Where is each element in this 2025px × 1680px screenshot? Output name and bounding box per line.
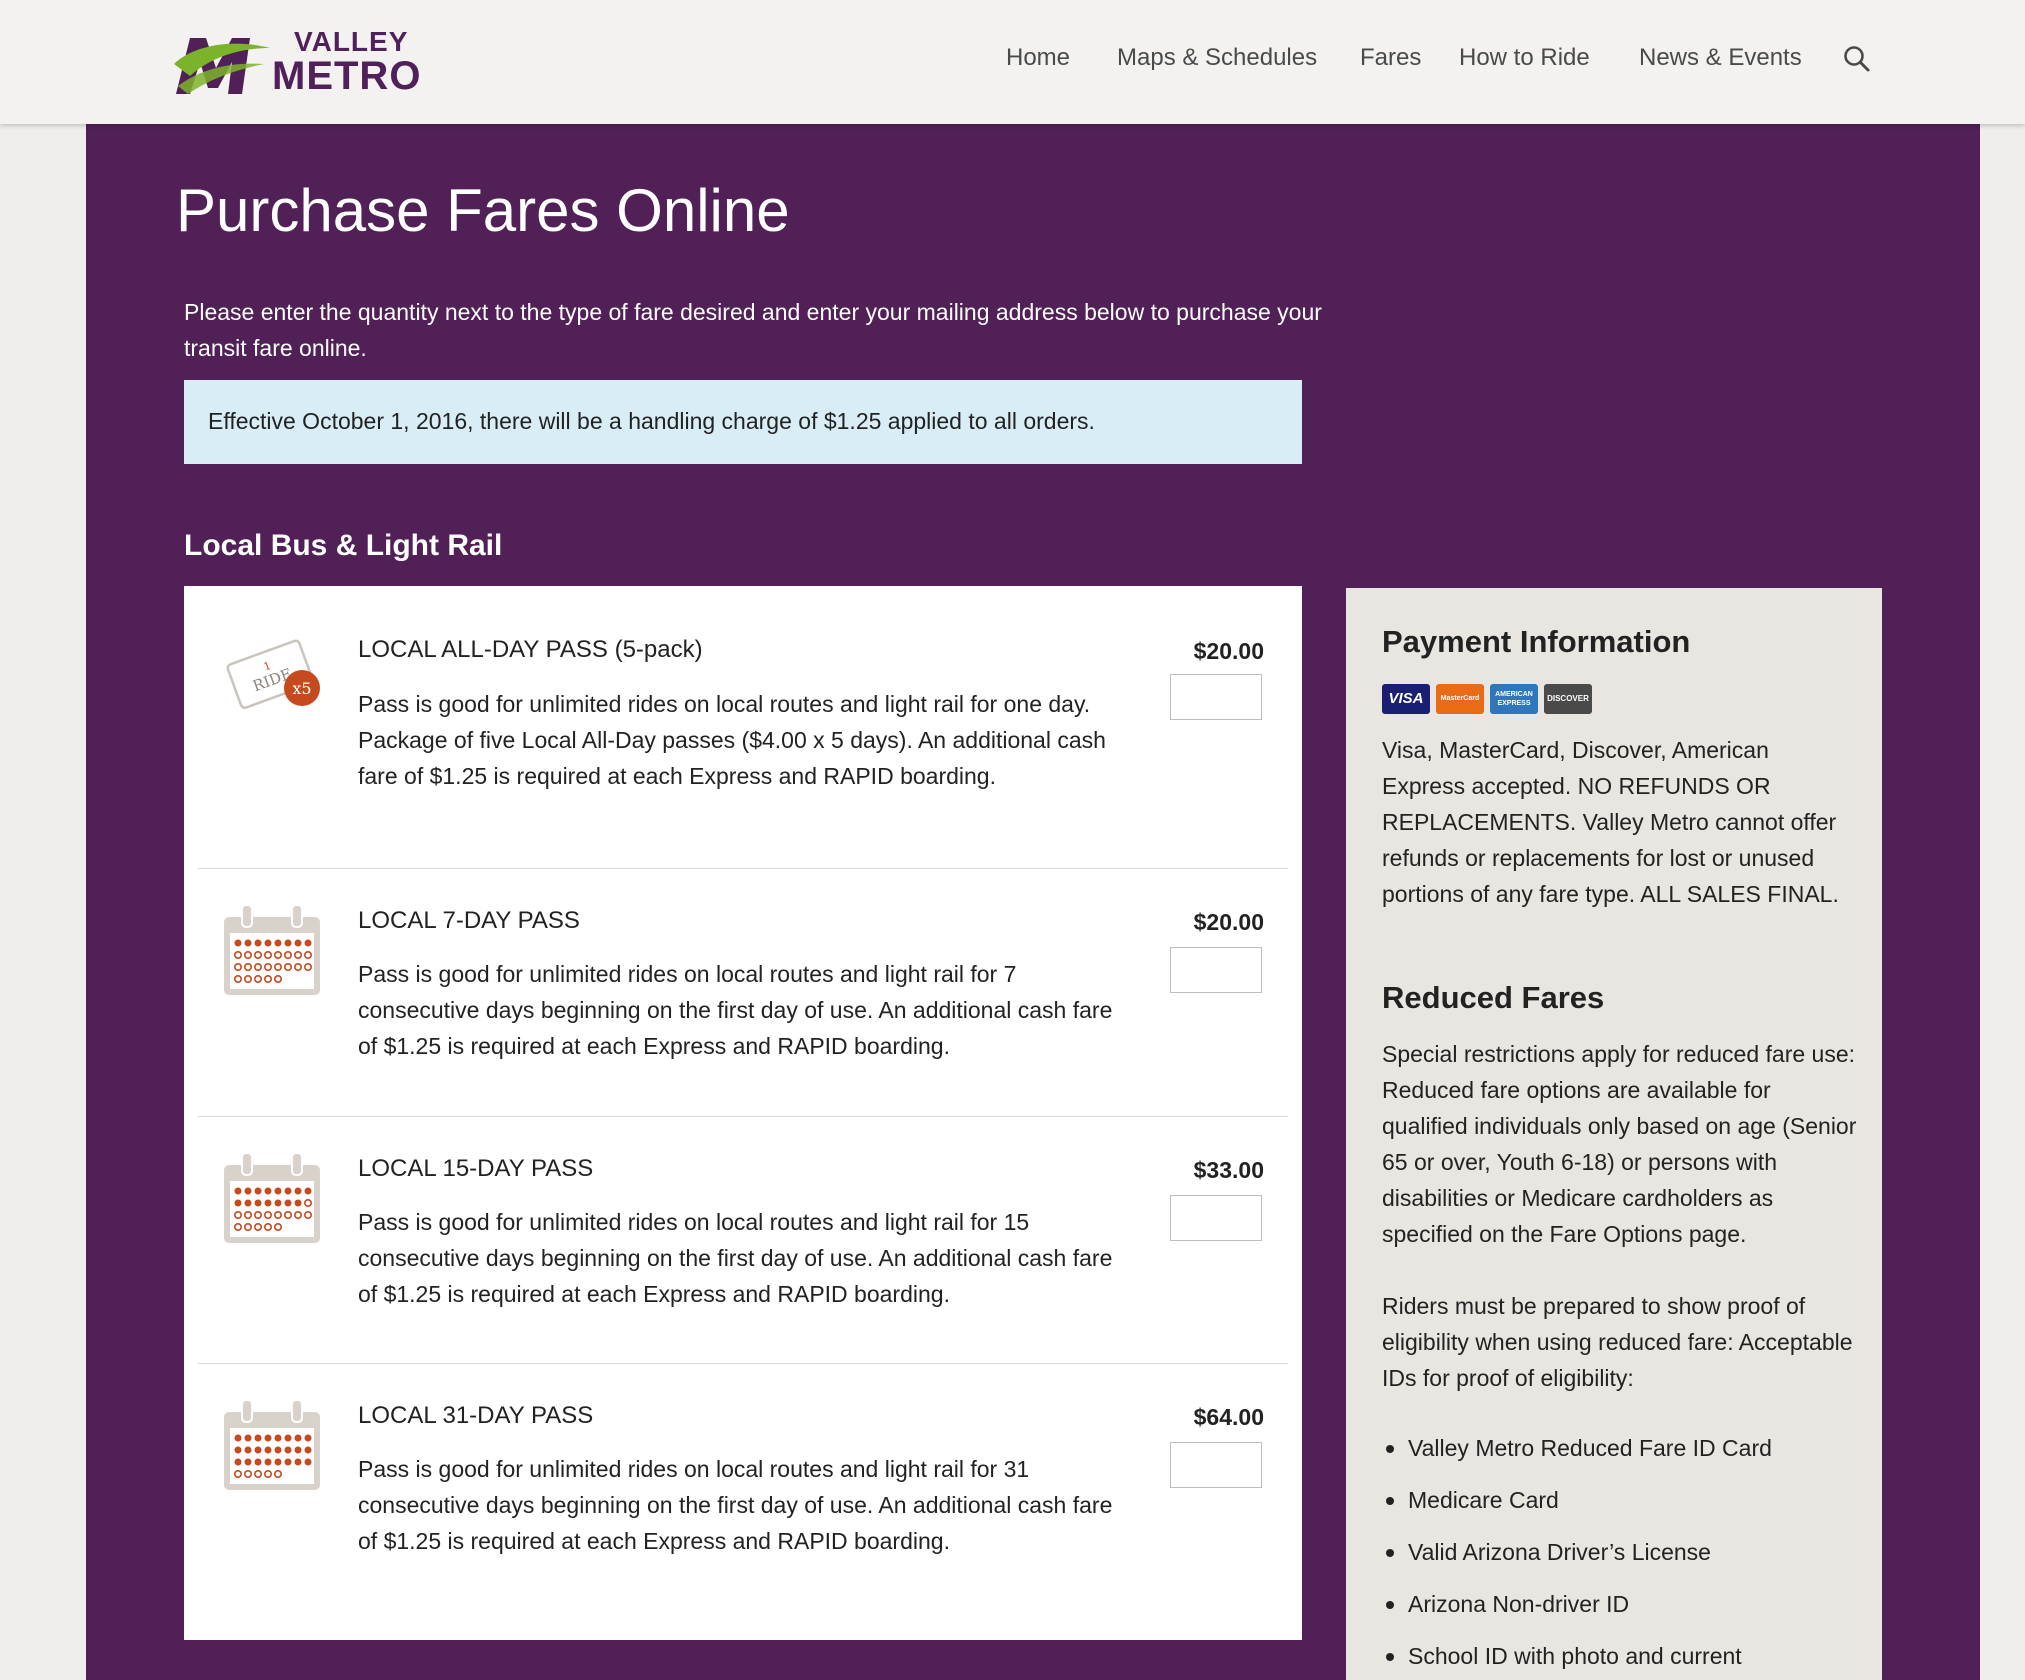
- fare-description: Pass is good for unlimited rides on loca…: [358, 691, 1106, 789]
- visa-card-icon: VISA: [1382, 684, 1430, 714]
- calendar-icon: [224, 904, 320, 995]
- fare-item-15-day: LOCAL 15-DAY PASS Pass is good for unlim…: [198, 1117, 1288, 1364]
- mastercard-card-icon: MasterCard: [1436, 684, 1484, 714]
- fare-price: $20.00: [1193, 909, 1264, 935]
- svg-text:x5: x5: [292, 679, 311, 698]
- list-item: Valid Arizona Driver’s License: [1382, 1534, 1858, 1570]
- fare-name: LOCAL 15-DAY PASS: [358, 1155, 594, 1182]
- fare-description: Pass is good for unlimited rides on loca…: [358, 961, 1113, 1059]
- page-title: Purchase Fares Online: [176, 177, 790, 244]
- fare-item-31-day: LOCAL 31-DAY PASS Pass is good for unlim…: [198, 1364, 1288, 1624]
- fare-name: LOCAL 7-DAY PASS: [358, 907, 580, 934]
- list-item: Valley Metro Reduced Fare ID Card: [1382, 1430, 1858, 1466]
- list-item: Arizona Non-driver ID: [1382, 1586, 1858, 1622]
- fare-name: LOCAL ALL-DAY PASS (5-pack): [358, 636, 703, 663]
- fare-name: LOCAL 31-DAY PASS: [358, 1402, 594, 1429]
- fare-description: Pass is good for unlimited rides on loca…: [358, 1456, 1113, 1554]
- reduced-fares-text: Special restrictions apply for reduced f…: [1382, 1041, 1857, 1247]
- quantity-input-31-day[interactable]: [1170, 1442, 1262, 1488]
- fare-price: $33.00: [1193, 1157, 1264, 1183]
- nav-maps-schedules[interactable]: Maps & Schedules: [1117, 44, 1317, 72]
- payment-info-sidebar: Payment Information VISA MasterCard AMER…: [1346, 588, 1882, 1680]
- fare-list: 1 RIDE x5 LOCAL ALL-DAY PASS (5-pack) Pa…: [184, 586, 1302, 1640]
- fare-item-all-day-5pack: 1 RIDE x5 LOCAL ALL-DAY PASS (5-pack) Pa…: [198, 586, 1288, 869]
- nav-news-events[interactable]: News & Events: [1639, 44, 1802, 72]
- calendar-icon: [224, 1152, 320, 1243]
- fare-price: $20.00: [1193, 638, 1264, 664]
- list-item: School ID with photo and current: [1382, 1638, 1858, 1674]
- calendar-icon: [224, 1399, 320, 1490]
- fare-item-7-day: LOCAL 7-DAY PASS Pass is good for unlimi…: [198, 869, 1288, 1117]
- search-icon[interactable]: [1842, 44, 1872, 74]
- main-nav: Home Maps & Schedules Fares How to Ride …: [0, 44, 2025, 84]
- payment-info-text: Visa, MasterCard, Discover, American Exp…: [1382, 737, 1839, 907]
- ticket-5-pack-icon: 1 RIDE x5: [226, 639, 320, 709]
- main-content: Purchase Fares Online Please enter the q…: [86, 124, 1980, 1680]
- quantity-input-all-day-5pack[interactable]: [1170, 674, 1262, 720]
- nav-fares[interactable]: Fares: [1360, 44, 1421, 72]
- fare-price: $64.00: [1193, 1404, 1264, 1430]
- list-item: Medicare Card: [1382, 1482, 1858, 1518]
- reduced-fares-title: Reduced Fares: [1382, 980, 1605, 1015]
- section-title-local-bus-light-rail: Local Bus & Light Rail: [184, 529, 503, 562]
- handling-charge-notice: Effective October 1, 2016, there will be…: [184, 380, 1302, 464]
- quantity-input-15-day[interactable]: [1170, 1195, 1262, 1241]
- accepted-cards: VISA MasterCard AMERICAN EXPRESS DISCOVE…: [1382, 684, 1602, 716]
- fare-description: Pass is good for unlimited rides on loca…: [358, 1209, 1113, 1307]
- intro-text: Please enter the quantity next to the ty…: [184, 299, 1322, 361]
- acceptable-ids-list: Valley Metro Reduced Fare ID Card Medica…: [1382, 1430, 1858, 1680]
- payment-info-title: Payment Information: [1382, 624, 1691, 659]
- nav-home[interactable]: Home: [1006, 44, 1070, 72]
- site-header: VALLEY METRO Home Maps & Schedules Fares…: [0, 0, 2025, 124]
- quantity-input-7-day[interactable]: [1170, 947, 1262, 993]
- eligibility-text: Riders must be prepared to show proof of…: [1382, 1293, 1853, 1391]
- nav-how-to-ride[interactable]: How to Ride: [1459, 44, 1590, 72]
- discover-card-icon: DISCOVER: [1544, 684, 1592, 714]
- amex-card-icon: AMERICAN EXPRESS: [1490, 684, 1538, 714]
